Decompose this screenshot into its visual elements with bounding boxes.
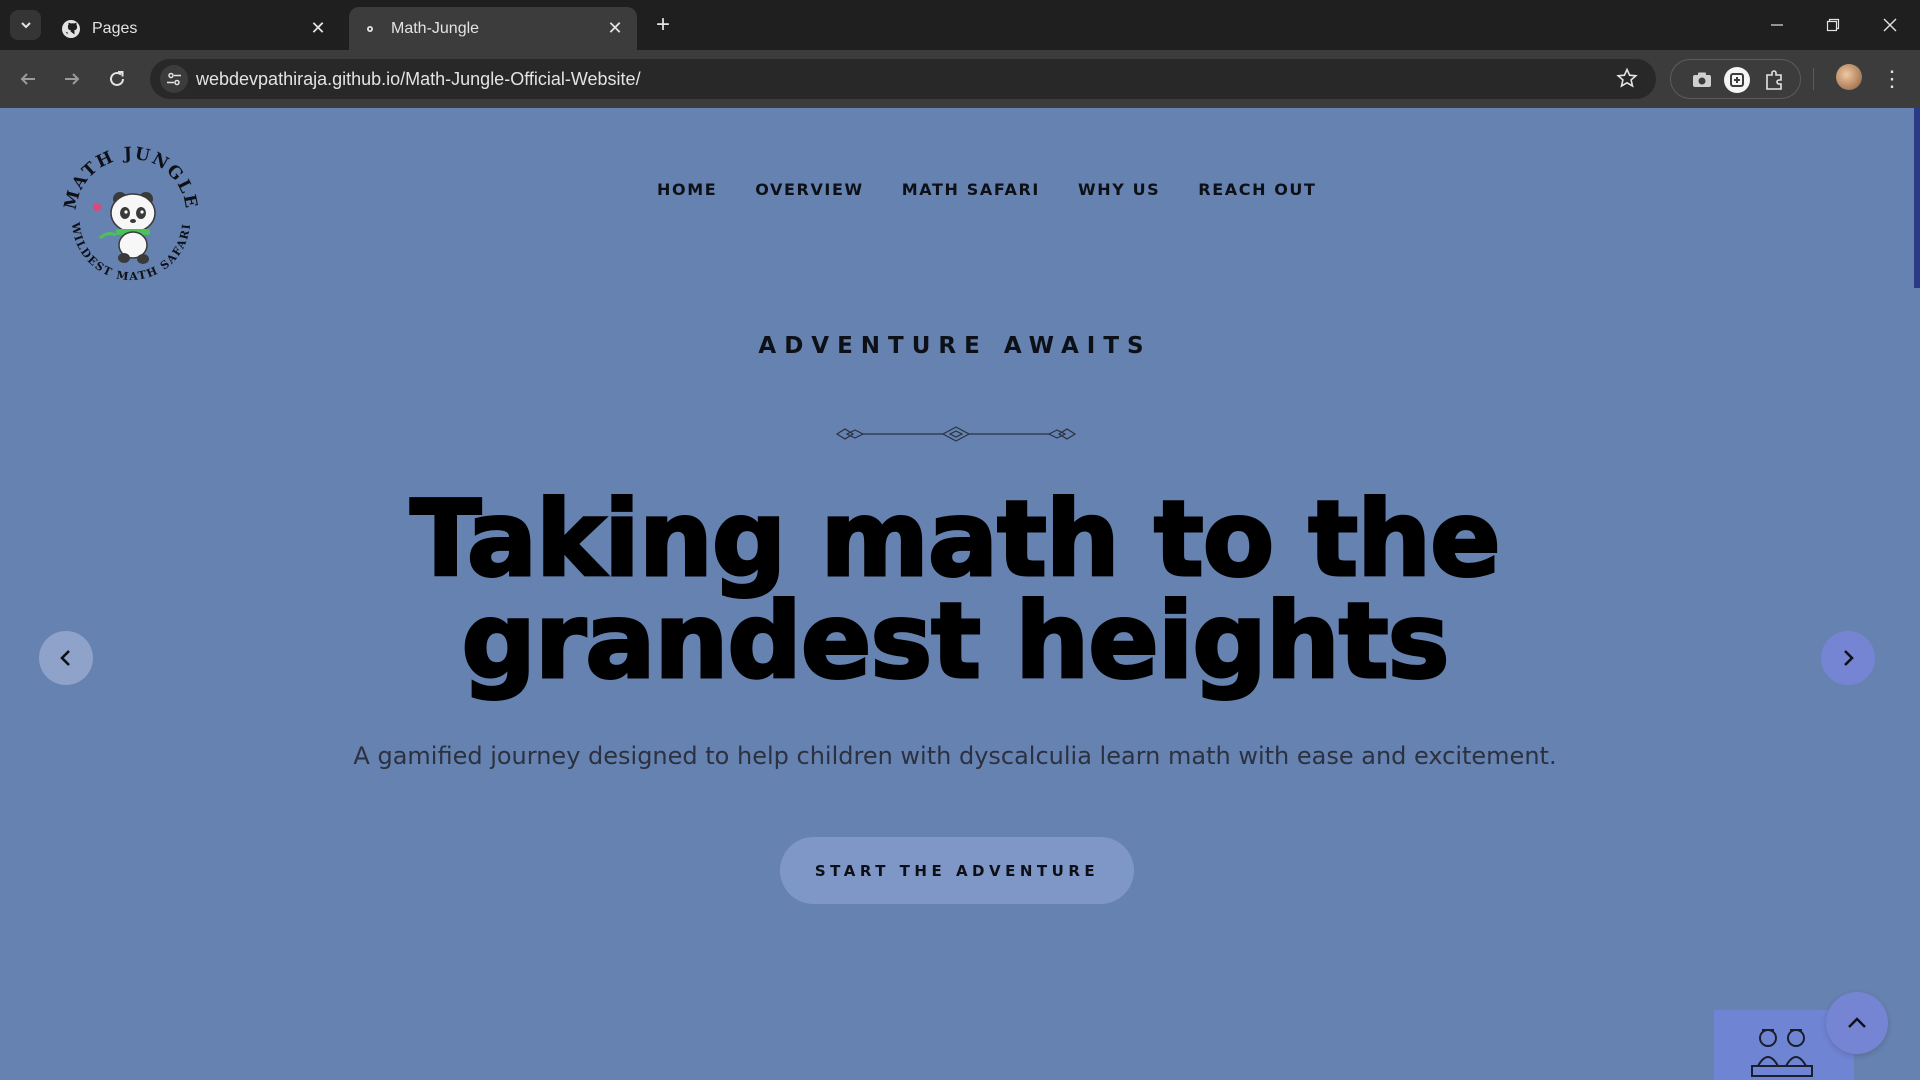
arrow-left-icon: [20, 73, 35, 85]
window-close-button[interactable]: [1862, 0, 1918, 50]
nav-why-us[interactable]: WHY US: [1078, 180, 1160, 199]
panda-icon: [93, 192, 156, 264]
scrollbar-thumb[interactable]: [1914, 108, 1920, 288]
chevron-right-icon: [1844, 650, 1854, 666]
new-tab-button[interactable]: +: [650, 11, 676, 38]
chevron-left-icon: [60, 650, 70, 666]
restore-icon: [1826, 18, 1840, 32]
reload-icon: [110, 71, 124, 86]
nav-overview[interactable]: OVERVIEW: [755, 180, 864, 199]
tab-math-jungle[interactable]: Math-Jungle ✕: [349, 7, 637, 50]
hero-headline-line-2: grandest heights: [460, 580, 1451, 702]
panda-favicon-icon: [359, 18, 381, 40]
tune-icon: [167, 72, 181, 86]
toolbar-divider: [1813, 68, 1814, 90]
hero-headline: Taking math to the grandest heights: [0, 486, 1910, 695]
github-icon: [60, 18, 82, 40]
tab-title: Math-Jungle: [391, 19, 480, 37]
puzzle-icon[interactable]: [1760, 66, 1788, 94]
tab-search-button[interactable]: [10, 10, 41, 40]
tab-pages[interactable]: Pages ✕: [50, 7, 340, 50]
url-text: webdevpathiraja.github.io/Math-Jungle-Of…: [196, 69, 641, 89]
arrow-right-icon: [65, 73, 80, 85]
site-info-button[interactable]: [160, 65, 188, 93]
close-icon: [1883, 18, 1897, 32]
forward-button[interactable]: [56, 63, 88, 95]
site-logo[interactable]: MATH JUNGLE WILDEST MATH SAFARI: [60, 143, 202, 285]
bookmark-star-icon[interactable]: [1616, 67, 1638, 94]
extensions-group: [1670, 59, 1801, 99]
translate-extension-icon[interactable]: [1723, 66, 1751, 94]
hero-eyebrow: ADVENTURE AWAITS: [758, 333, 1152, 359]
close-icon[interactable]: ✕: [603, 17, 627, 41]
camera-icon[interactable]: [1688, 66, 1716, 94]
ornament-divider: [835, 426, 1077, 442]
back-to-top-button[interactable]: [1826, 992, 1888, 1054]
carousel-prev-button[interactable]: [39, 631, 93, 685]
profile-avatar[interactable]: [1836, 64, 1862, 90]
restore-button[interactable]: [1805, 0, 1861, 50]
tab-strip: Pages ✕ Math-Jungle ✕ +: [0, 0, 1920, 50]
webpage: MATH JUNGLE WILDEST MATH SAFARI HOME OVE…: [0, 108, 1920, 1080]
back-button[interactable]: [12, 63, 44, 95]
scrollbar-track[interactable]: [1914, 108, 1920, 1080]
hero-subtitle: A gamified journey designed to help chil…: [353, 742, 1557, 770]
close-icon[interactable]: ✕: [306, 17, 330, 41]
nav-reach-out[interactable]: REACH OUT: [1198, 180, 1316, 199]
reload-button[interactable]: [101, 63, 133, 95]
nav-math-safari[interactable]: MATH SAFARI: [902, 180, 1040, 199]
minimize-button[interactable]: [1749, 0, 1805, 50]
carousel-next-button[interactable]: [1821, 631, 1875, 685]
nav-home[interactable]: HOME: [657, 180, 717, 199]
tab-title: Pages: [92, 19, 138, 37]
address-bar[interactable]: webdevpathiraja.github.io/Math-Jungle-Of…: [150, 59, 1656, 99]
chevron-down-icon: [20, 22, 31, 29]
start-adventure-button[interactable]: START THE ADVENTURE: [780, 837, 1134, 904]
browser-toolbar: webdevpathiraja.github.io/Math-Jungle-Of…: [0, 50, 1920, 108]
minimize-icon: [1771, 24, 1783, 26]
main-nav: HOME OVERVIEW MATH SAFARI WHY US REACH O…: [657, 180, 1317, 199]
more-menu-icon[interactable]: ⋮: [1880, 64, 1904, 94]
chevron-up-icon: [1848, 1017, 1866, 1028]
